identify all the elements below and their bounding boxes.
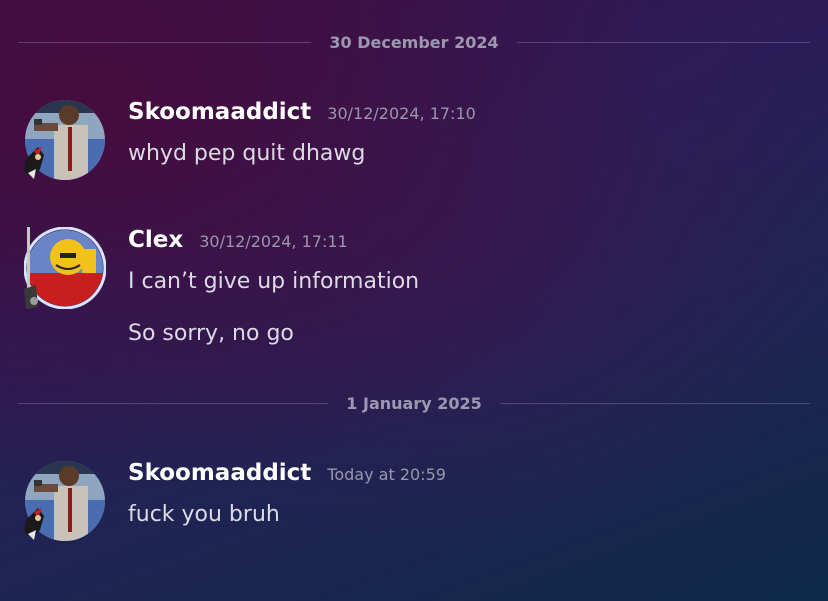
divider-line <box>499 402 811 404</box>
divider-date: 30 December 2024 <box>329 32 499 52</box>
message-content: whyd pep quit dhawg <box>128 141 366 166</box>
username[interactable]: Skoomaaddict <box>128 460 311 486</box>
message-header: Skoomaaddict 30/12/2024, 17:10 <box>128 99 476 125</box>
avatar[interactable] <box>24 460 106 542</box>
timestamp: Today at 20:59 <box>327 465 446 484</box>
message-content: fuck you bruh <box>128 502 280 527</box>
avatar[interactable] <box>24 99 106 181</box>
avatar-image <box>24 461 105 541</box>
divider-date: 1 January 2025 <box>346 393 482 413</box>
avatar[interactable] <box>24 227 106 309</box>
avatar-image <box>24 227 106 309</box>
timestamp: 30/12/2024, 17:11 <box>199 232 348 251</box>
timestamp: 30/12/2024, 17:10 <box>327 104 476 123</box>
date-divider: 1 January 2025 <box>18 393 811 413</box>
date-divider: 30 December 2024 <box>18 32 810 52</box>
message-content: I can’t give up information <box>128 269 420 294</box>
username[interactable]: Skoomaaddict <box>128 99 311 125</box>
avatar-image <box>24 100 105 180</box>
message-header: Clex 30/12/2024, 17:11 <box>128 227 348 253</box>
message-content: So sorry, no go <box>128 321 294 346</box>
message-header: Skoomaaddict Today at 20:59 <box>128 460 446 486</box>
username[interactable]: Clex <box>128 227 183 253</box>
divider-line <box>18 41 312 43</box>
divider-line <box>516 41 810 43</box>
divider-line <box>18 402 329 404</box>
